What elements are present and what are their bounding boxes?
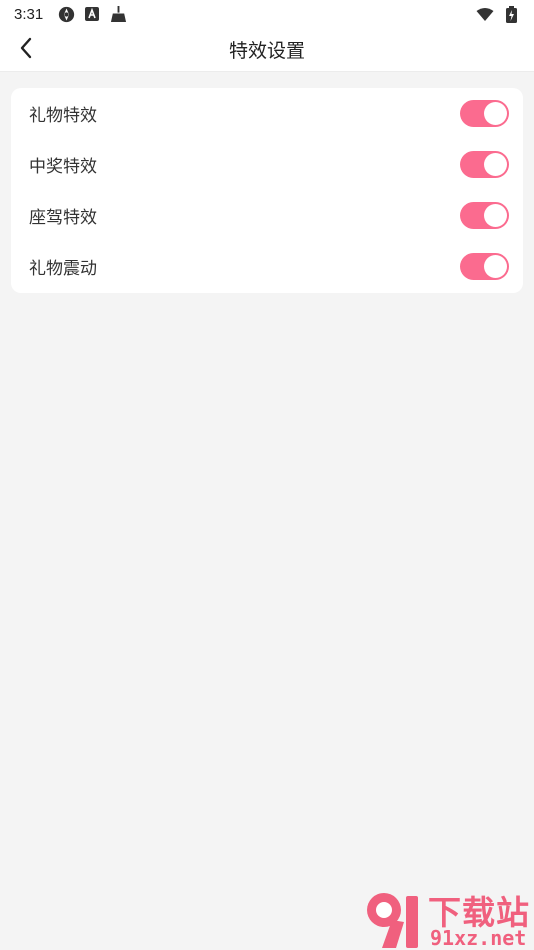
toggle-knob	[484, 204, 507, 227]
toggle-knob	[484, 255, 507, 278]
status-left-icons	[57, 5, 127, 23]
page-title: 特效设置	[228, 40, 305, 62]
chevron-left-icon	[19, 37, 33, 63]
setting-row-gift-effect: 礼物特效	[11, 88, 523, 139]
watermark-url: 91xz.net	[430, 926, 527, 950]
wifi-icon	[476, 5, 494, 23]
watermark-logo	[367, 893, 418, 948]
broom-icon	[109, 5, 127, 23]
status-bar: 3:31	[0, 0, 534, 28]
setting-label: 礼物震动	[29, 259, 97, 279]
vehicle-effect-toggle[interactable]	[460, 202, 509, 229]
toggle-knob	[484, 153, 507, 176]
status-right-icons	[476, 5, 520, 23]
aperture-icon	[57, 5, 75, 23]
settings-card: 礼物特效 中奖特效 座驾特效 礼物震动	[11, 88, 523, 293]
top-nav-bar: 特效设置	[0, 28, 534, 72]
setting-row-gift-vibration: 礼物震动	[11, 241, 523, 292]
back-button[interactable]	[12, 36, 40, 64]
setting-label: 中奖特效	[29, 157, 97, 177]
prize-effect-toggle[interactable]	[460, 151, 509, 178]
gift-effect-toggle[interactable]	[460, 100, 509, 127]
battery-charging-icon	[502, 5, 520, 23]
setting-row-prize-effect: 中奖特效	[11, 139, 523, 190]
setting-label: 座驾特效	[29, 208, 97, 228]
app-a-icon	[83, 5, 101, 23]
setting-row-vehicle-effect: 座驾特效	[11, 190, 523, 241]
status-time: 3:31	[14, 5, 44, 23]
gift-vibration-toggle[interactable]	[460, 253, 509, 280]
watermark: 下载站 91xz.net	[362, 886, 532, 950]
toggle-knob	[484, 102, 507, 125]
setting-label: 礼物特效	[29, 106, 97, 126]
